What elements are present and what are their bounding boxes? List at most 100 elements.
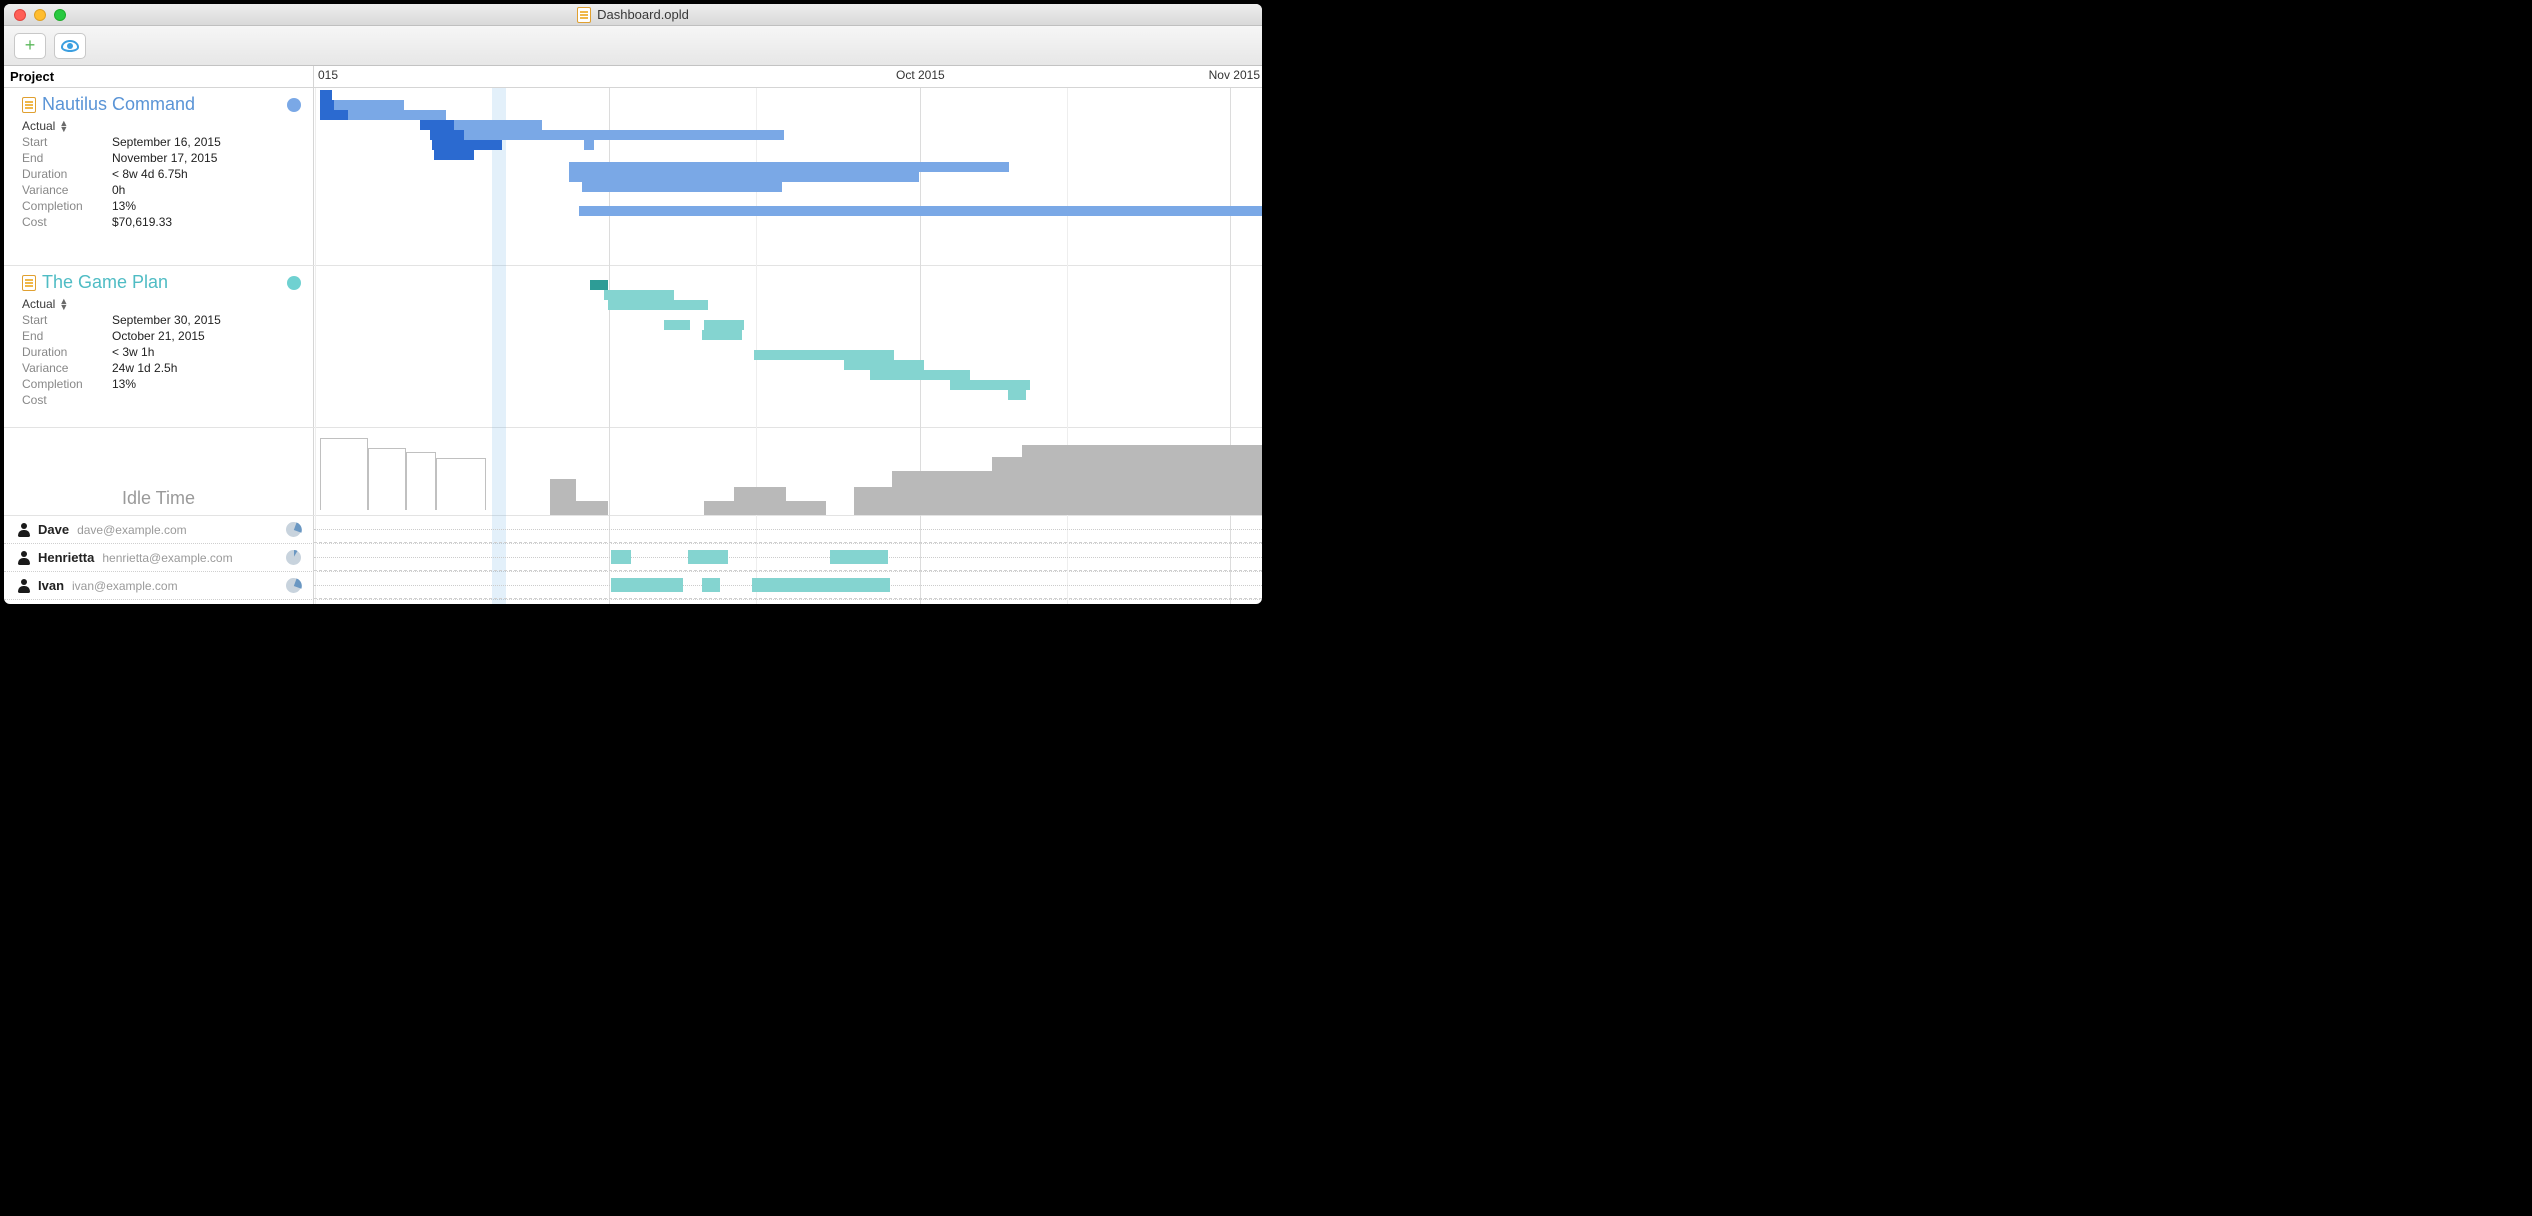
resource-name: Dave (38, 522, 69, 537)
timeline-tick-label: 015 (318, 68, 338, 82)
field-value: < 8w 4d 6.75h (112, 167, 188, 181)
resource-name: Ivan (38, 578, 64, 593)
gantt-bar[interactable] (844, 360, 924, 370)
project-info-panel: Nautilus Command Actual ▲▼ StartSeptembe… (4, 88, 314, 265)
mode-selector[interactable]: Actual ▲▼ (22, 297, 303, 311)
plus-icon: + (25, 35, 36, 56)
resource-email: dave@example.com (77, 523, 187, 537)
resource-row[interactable]: Dave dave@example.com (4, 516, 1262, 544)
document-icon (577, 7, 591, 23)
gantt-bar[interactable] (608, 300, 708, 310)
gantt-bar[interactable] (870, 370, 970, 380)
app-window: Dashboard.opld + Project 015 Oct 2015 No… (4, 4, 1262, 604)
view-button[interactable] (54, 33, 86, 59)
allocation-bar[interactable] (702, 578, 720, 592)
field-label: Completion (22, 377, 112, 391)
resource-lane[interactable] (314, 516, 1262, 543)
resource-info: Henrietta henrietta@example.com (4, 544, 314, 571)
resource-lane[interactable] (314, 600, 1262, 604)
gantt-bar[interactable] (464, 130, 784, 140)
column-header-row: Project 015 Oct 2015 Nov 2015 (4, 66, 1262, 88)
utilization-pie-icon (286, 550, 301, 565)
eye-icon (61, 40, 79, 52)
titlebar[interactable]: Dashboard.opld (4, 4, 1262, 26)
allocation-bar[interactable] (688, 550, 728, 564)
resource-lane[interactable] (314, 544, 1262, 571)
field-label: Variance (22, 183, 112, 197)
gantt-bar[interactable] (434, 150, 474, 160)
field-value: October 21, 2015 (112, 329, 205, 343)
resource-list: Dave dave@example.com Henrietta henrietta@e… (4, 516, 1262, 604)
resource-email: ivan@example.com (72, 579, 178, 593)
field-value: November 17, 2015 (112, 151, 217, 165)
field-value: September 16, 2015 (112, 135, 221, 149)
project-name[interactable]: The Game Plan (42, 272, 168, 293)
gantt-bar[interactable] (604, 290, 674, 300)
resource-lane[interactable] (314, 572, 1262, 599)
zoom-icon[interactable] (54, 9, 66, 21)
idle-time-row: Idle Time (4, 428, 1262, 516)
timeline-header[interactable]: 015 Oct 2015 Nov 2015 (314, 66, 1262, 87)
project-row[interactable]: The Game Plan Actual ▲▼ StartSeptember 3… (4, 266, 1262, 428)
field-label: End (22, 151, 112, 165)
gantt-bar[interactable] (334, 100, 404, 110)
gantt-bar[interactable] (584, 140, 594, 150)
close-icon[interactable] (14, 9, 26, 21)
gantt-bar[interactable] (348, 110, 446, 120)
gantt-bar[interactable] (950, 380, 1030, 390)
allocation-bar[interactable] (830, 550, 888, 564)
project-row[interactable]: Nautilus Command Actual ▲▼ StartSeptembe… (4, 88, 1262, 266)
resource-info: Ivan ivan@example.com (4, 572, 314, 599)
gantt-bar[interactable] (569, 172, 919, 182)
utilization-pie-icon (286, 578, 301, 593)
allocation-bar[interactable] (611, 578, 683, 592)
gantt-bar[interactable] (432, 140, 502, 150)
gantt-bar[interactable] (579, 206, 1262, 216)
timeline-month-label: Oct 2015 (896, 68, 945, 82)
project-color-dot (287, 98, 301, 112)
project-column-header[interactable]: Project (4, 66, 314, 87)
project-gantt-lane[interactable] (314, 266, 1262, 427)
project-gantt-lane[interactable] (314, 88, 1262, 265)
window-title: Dashboard.opld (4, 7, 1262, 23)
field-label: Variance (22, 361, 112, 375)
gantt-bar[interactable] (590, 280, 608, 290)
field-value: 0h (112, 183, 125, 197)
project-icon (22, 275, 36, 291)
field-value: September 30, 2015 (112, 313, 221, 327)
gantt-bar[interactable] (702, 330, 742, 340)
gantt-bar[interactable] (1008, 390, 1026, 400)
gantt-bar[interactable] (320, 90, 332, 100)
idle-label: Idle Time (122, 488, 195, 509)
person-icon (18, 551, 30, 565)
idle-chart[interactable] (314, 428, 1262, 515)
gantt-bar[interactable] (454, 120, 542, 130)
resource-row[interactable]: Henrietta henrietta@example.com (4, 544, 1262, 572)
gantt-bar[interactable] (582, 182, 782, 192)
gantt-bar[interactable] (569, 162, 1009, 172)
idle-label-panel: Idle Time (4, 428, 314, 515)
utilization-pie-icon (286, 522, 301, 537)
resource-email: henrietta@example.com (102, 551, 232, 565)
field-value: $70,619.33 (112, 215, 172, 229)
allocation-bar[interactable] (611, 550, 631, 564)
window-title-text: Dashboard.opld (597, 7, 689, 22)
add-button[interactable]: + (14, 33, 46, 59)
resource-row[interactable]: Ivan ivan@example.com (4, 572, 1262, 600)
allocation-bar[interactable] (752, 578, 890, 592)
minimize-icon[interactable] (34, 9, 46, 21)
gantt-bar[interactable] (704, 320, 744, 330)
field-value: 24w 1d 2.5h (112, 361, 177, 375)
gantt-bar[interactable] (754, 350, 894, 360)
field-label: Start (22, 135, 112, 149)
resource-name: Henrietta (38, 550, 94, 565)
field-label: Cost (22, 215, 112, 229)
mode-selector[interactable]: Actual ▲▼ (22, 119, 303, 133)
field-value: < 3w 1h (112, 345, 154, 359)
field-label: End (22, 329, 112, 343)
timeline-month-label: Nov 2015 (1209, 68, 1260, 82)
gantt-bar[interactable] (664, 320, 690, 330)
window-controls (4, 9, 66, 21)
project-name[interactable]: Nautilus Command (42, 94, 195, 115)
resource-row[interactable]: Jamaljamal@example.com (4, 600, 1262, 604)
